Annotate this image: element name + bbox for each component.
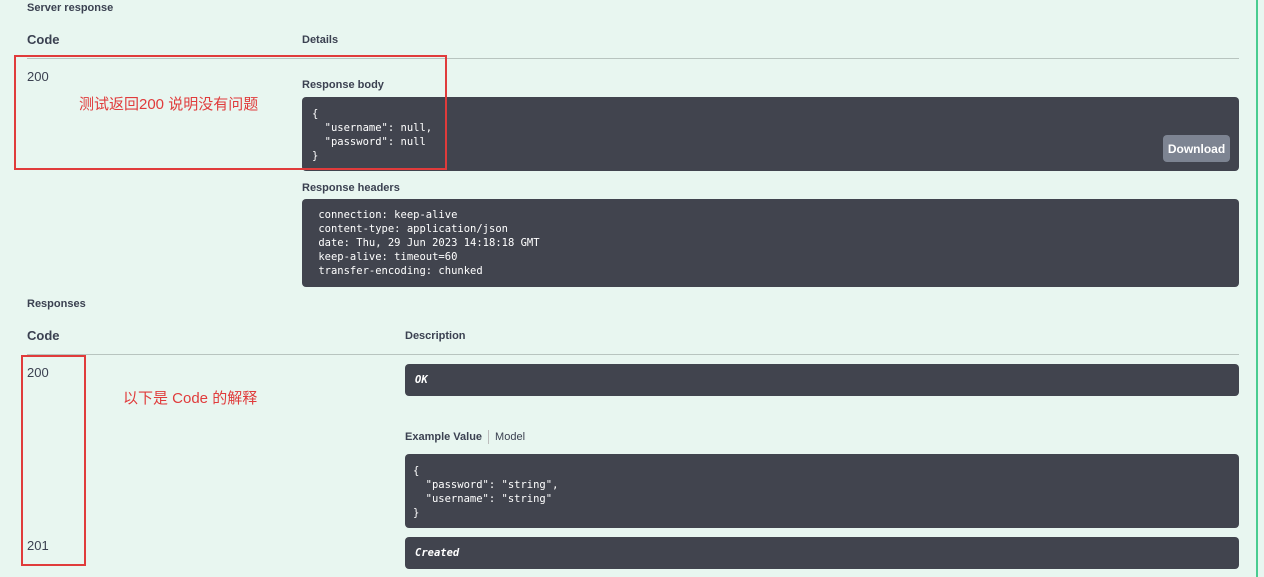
- tab-example-value[interactable]: Example Value: [405, 431, 482, 443]
- example-value-code: { "password": "string", "username": "str…: [405, 454, 1239, 528]
- tab-separator: [488, 430, 490, 444]
- response-description-201: Created: [405, 537, 1239, 569]
- download-button[interactable]: Download: [1163, 135, 1230, 162]
- response-headers-code: connection: keep-alive content-type: app…: [302, 199, 1239, 287]
- tab-model[interactable]: Model: [495, 431, 525, 443]
- response-headers-label: Response headers: [302, 182, 400, 194]
- responses-description-header: Description: [405, 330, 466, 342]
- responses-divider: [27, 354, 1239, 355]
- annotation-note-1: 测试返回200 说明没有问题: [79, 96, 259, 113]
- annotation-note-2: 以下是 Code 的解释: [123, 390, 258, 407]
- server-response-details-header: Details: [302, 34, 339, 46]
- example-model-tabs: Example Value Model: [405, 430, 525, 444]
- responses-code-header: Code: [27, 328, 60, 343]
- response-description-200: OK: [405, 364, 1239, 396]
- panel-border: [1256, 0, 1258, 577]
- responses-title: Responses: [27, 298, 86, 310]
- annotation-box-codes: [21, 355, 86, 566]
- server-response-title: Server response: [27, 2, 114, 14]
- server-response-code-header: Code: [27, 32, 60, 47]
